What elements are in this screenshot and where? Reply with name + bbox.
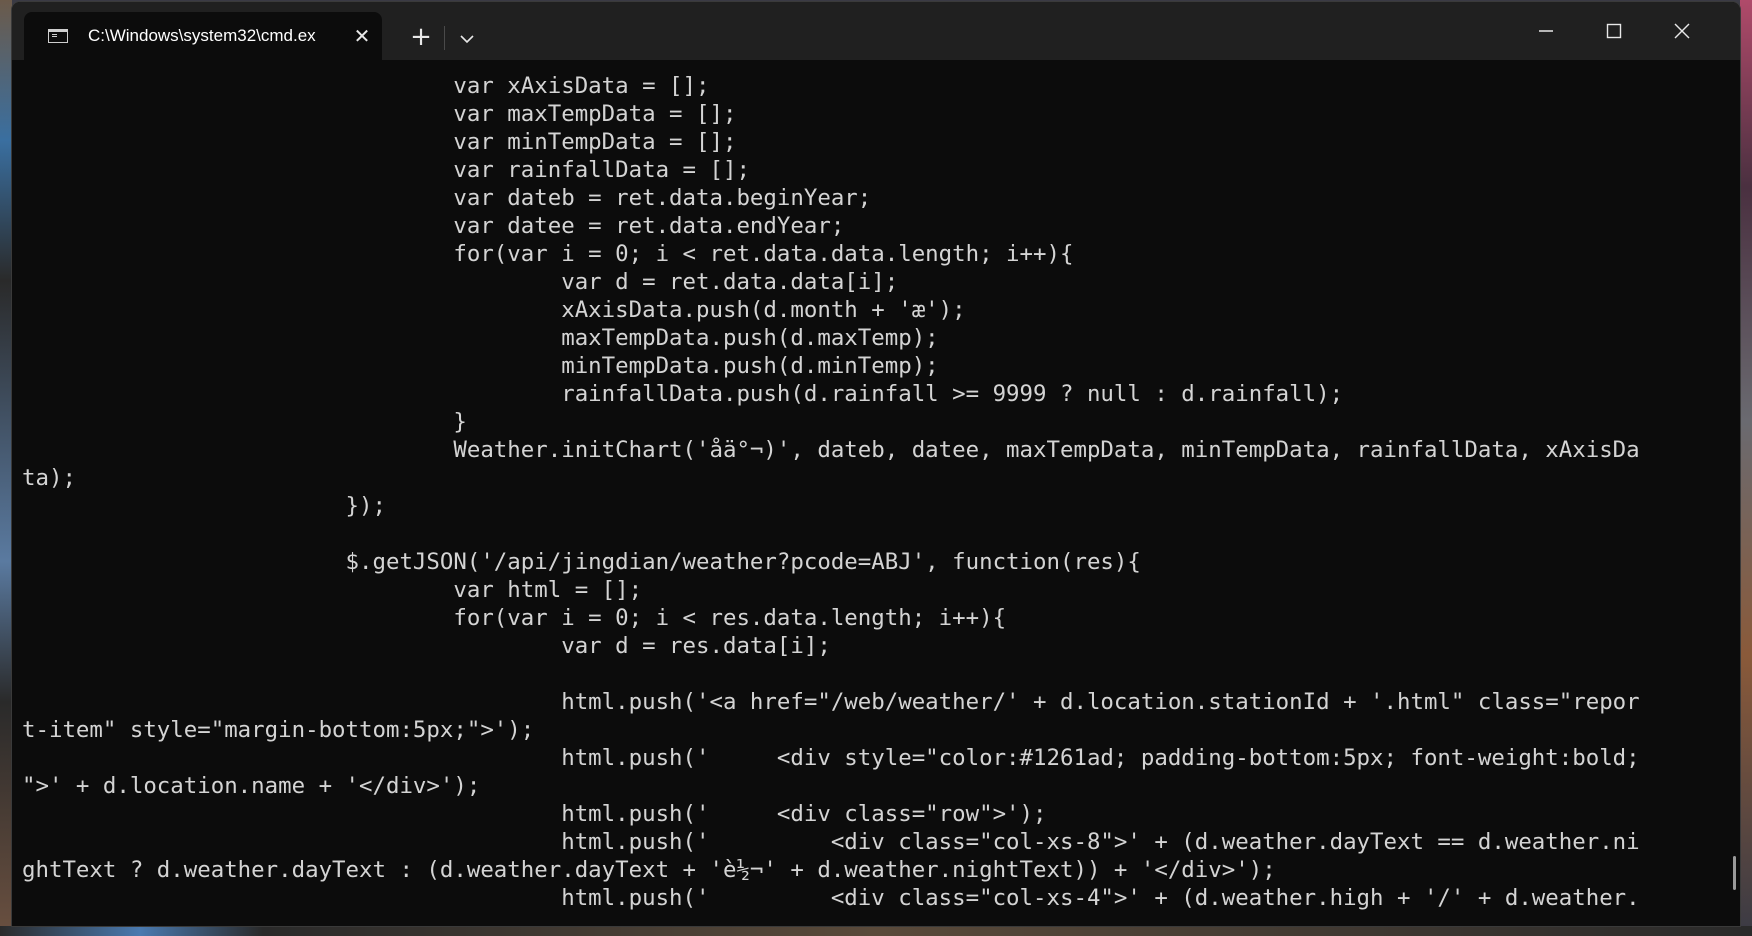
minimize-button[interactable]: [1512, 2, 1580, 60]
console-line: html.push('<a href="/web/weather/' + d.l…: [22, 689, 1640, 715]
terminal-window: C:\Windows\system32\cmd.ex ✕ + var xAxis…: [12, 2, 1740, 926]
scrollbar-thumb[interactable]: [1733, 856, 1736, 890]
console-line: var d = ret.data.data[i];: [22, 269, 899, 295]
console-line: rainfallData.push(d.rainfall >= 9999 ? n…: [22, 381, 1344, 407]
console-line: html.push(' <div class="col-xs-8">' + (d…: [22, 829, 1640, 855]
console-line: for(var i = 0; i < res.data.length; i++)…: [22, 605, 1007, 631]
console-line: ">' + d.location.name + '</div>');: [22, 773, 481, 799]
desktop-edge-left: [0, 0, 12, 936]
console-line: });: [22, 493, 386, 519]
console-line: minTempData.push(d.minTemp);: [22, 353, 939, 379]
console-line: ghtText ? d.weather.dayText : (d.weather…: [22, 857, 1276, 883]
console-line: var xAxisData = [];: [22, 73, 710, 99]
console-line: html.push(' <div class="row">');: [22, 801, 1047, 827]
scrollbar[interactable]: [1728, 60, 1736, 926]
console-line: $.getJSON('/api/jingdian/weather?pcode=A…: [22, 549, 1141, 575]
desktop-edge-right: [1740, 0, 1752, 936]
console-line: for(var i = 0; i < ret.data.data.length;…: [22, 241, 1074, 267]
console-output[interactable]: var xAxisData = []; var maxTempData = []…: [12, 60, 1740, 926]
console-line: xAxisData.push(d.month + 'æ');: [22, 297, 966, 323]
tab-cmd[interactable]: C:\Windows\system32\cmd.ex ✕: [24, 12, 382, 60]
tab-title: C:\Windows\system32\cmd.ex: [88, 26, 316, 45]
console-line: maxTempData.push(d.maxTemp);: [22, 325, 939, 351]
console-line: var maxTempData = [];: [22, 101, 737, 127]
console-line: html.push(' <div class="col-xs-4">' + (d…: [22, 885, 1640, 911]
maximize-icon: [1606, 23, 1622, 39]
chevron-down-icon[interactable]: [452, 24, 482, 54]
console-line: ta);: [22, 465, 76, 491]
window-close-button[interactable]: [1648, 2, 1716, 60]
minimize-icon: [1539, 30, 1553, 32]
console-line: t-item" style="margin-bottom:5px;">');: [22, 717, 535, 743]
console-line: var html = [];: [22, 577, 643, 603]
terminal-icon: [48, 29, 68, 43]
tab-separator: [444, 26, 445, 50]
console-line: var minTempData = [];: [22, 129, 737, 155]
close-icon[interactable]: ✕: [350, 24, 374, 48]
console-line: var datee = ret.data.endYear;: [22, 213, 845, 239]
window-close-icon: [1674, 23, 1690, 39]
code-text: var xAxisData = []; var maxTempData = []…: [22, 72, 1712, 912]
desktop-edge-bottom: [0, 926, 1752, 936]
console-line: var rainfallData = [];: [22, 157, 750, 183]
title-bar[interactable]: C:\Windows\system32\cmd.ex ✕ +: [12, 2, 1740, 60]
maximize-button[interactable]: [1580, 2, 1648, 60]
console-line: var dateb = ret.data.beginYear;: [22, 185, 872, 211]
console-line: }: [22, 409, 467, 435]
console-line: html.push(' <div style="color:#1261ad; p…: [22, 745, 1640, 771]
console-line: Weather.initChart('åä°¬)', dateb, datee,…: [22, 437, 1640, 463]
console-line: var d = res.data[i];: [22, 633, 831, 659]
plus-icon[interactable]: +: [406, 22, 436, 52]
